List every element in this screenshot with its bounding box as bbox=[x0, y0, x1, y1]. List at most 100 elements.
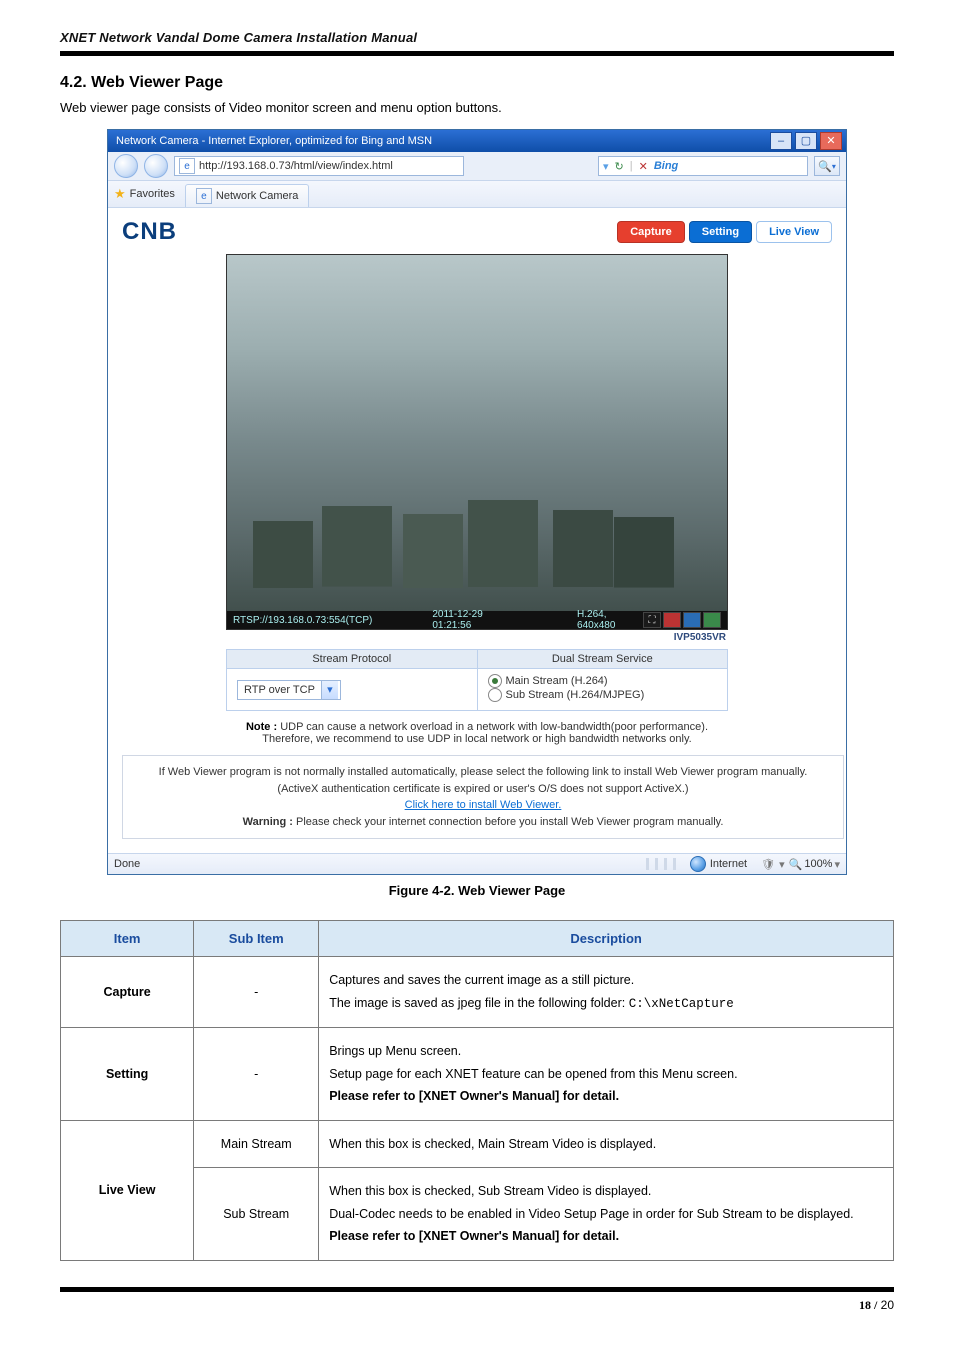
substream-line3: Please refer to [XNET Owner's Manual] fo… bbox=[329, 1229, 619, 1243]
window-titlebar: Network Camera - Internet Explorer, opti… bbox=[108, 130, 846, 152]
sub-mainstream: Main Stream bbox=[194, 1120, 319, 1168]
table-row: Setting - Brings up Menu screen. Setup p… bbox=[61, 1028, 894, 1121]
osd-codec: H.264, 640x480 bbox=[577, 609, 635, 631]
close-button[interactable]: ✕ bbox=[820, 132, 842, 150]
substream-line1: When this box is checked, Sub Stream Vid… bbox=[329, 1184, 651, 1198]
udp-note: Note : UDP can cause a network overload … bbox=[122, 721, 832, 745]
video-monitor: RTSP://193.168.0.73:554(TCP) 2011-12-29 … bbox=[226, 254, 728, 630]
osd-timestamp: 2011-12-29 01:21:56 bbox=[432, 609, 517, 631]
setting-button[interactable]: Setting bbox=[689, 221, 752, 243]
status-zone: Internet bbox=[710, 858, 747, 870]
install-warning-box: If Web Viewer program is not normally in… bbox=[122, 755, 844, 839]
bing-logo: Bing bbox=[654, 160, 678, 172]
stream-settings-table: Stream Protocol Dual Stream Service RTP … bbox=[226, 649, 728, 711]
th-sub: Sub Item bbox=[194, 921, 319, 957]
dual-stream-cell: Main Stream (H.264) Sub Stream (H.264/MJ… bbox=[477, 669, 728, 711]
protected-mode-icon: 🛡 bbox=[761, 858, 775, 871]
browser-tab[interactable]: e Network Camera bbox=[185, 184, 310, 207]
setting-line3: Please refer to [XNET Owner's Manual] fo… bbox=[329, 1089, 619, 1103]
warn-line1: If Web Viewer program is not normally in… bbox=[159, 766, 808, 778]
tab-ie-icon: e bbox=[196, 188, 212, 204]
capture-line2-pre: The image is saved as jpeg file in the f… bbox=[329, 996, 628, 1010]
item-liveview: Live View bbox=[61, 1120, 194, 1260]
note-line1: UDP can cause a network overload in a ne… bbox=[280, 721, 708, 733]
minimize-button[interactable]: – bbox=[770, 132, 792, 150]
th-desc: Description bbox=[319, 921, 894, 957]
setting-line2: Setup page for each XNET feature can be … bbox=[329, 1067, 737, 1081]
magnifier-icon: 🔍 bbox=[818, 160, 832, 173]
title-rule bbox=[60, 51, 894, 56]
chevron-down-icon: ▾ bbox=[321, 681, 338, 699]
th-item: Item bbox=[61, 921, 194, 957]
refresh-icon[interactable]: ↻ bbox=[615, 160, 624, 173]
item-capture: Capture bbox=[61, 957, 194, 1028]
status-bar: Done Internet 🛡 ▾ 🔍 100% ▾ bbox=[108, 853, 846, 874]
ie-icon: e bbox=[179, 158, 195, 174]
sub-stream-radio[interactable]: Sub Stream (H.264/MJPEG) bbox=[488, 688, 645, 702]
search-box[interactable]: ▾ ↻ | ✕ Bing bbox=[598, 156, 808, 176]
window-buttons: – ▢ ✕ bbox=[770, 132, 842, 150]
window-title: Network Camera - Internet Explorer, opti… bbox=[112, 135, 432, 147]
capture-path: C:\xNetCapture bbox=[629, 997, 734, 1011]
section-heading: 4.2. Web Viewer Page bbox=[60, 74, 894, 92]
favorites-text: Favorites bbox=[130, 188, 175, 200]
intro-text: Web viewer page consists of Video monito… bbox=[60, 100, 894, 115]
capture-line1: Captures and saves the current image as … bbox=[329, 973, 634, 987]
url-text: http://193.168.0.73/html/view/index.html bbox=[199, 160, 393, 172]
protocol-value: RTP over TCP bbox=[244, 684, 315, 696]
table-row: Capture - Captures and saves the current… bbox=[61, 957, 894, 1028]
zoom-icon: 🔍 bbox=[789, 858, 803, 871]
model-label: IVP5035VR bbox=[226, 630, 728, 649]
protocol-select[interactable]: RTP over TCP ▾ bbox=[237, 680, 341, 700]
osd-fullscreen-icon[interactable]: ⛶ bbox=[643, 612, 661, 628]
main-stream-label: Main Stream (H.264) bbox=[506, 675, 608, 687]
back-icon[interactable] bbox=[114, 154, 138, 178]
main-stream-radio[interactable]: Main Stream (H.264) bbox=[488, 674, 608, 688]
status-sep: ▾ bbox=[779, 858, 785, 871]
osd-snapshot-icon[interactable] bbox=[683, 612, 701, 628]
viewer-buttons: Capture Setting Live View bbox=[617, 221, 832, 243]
cnb-logo: CNB bbox=[122, 218, 177, 246]
warn-line2: (ActiveX authentication certificate is e… bbox=[277, 783, 688, 795]
maximize-button[interactable]: ▢ bbox=[795, 132, 817, 150]
browser-window: Network Camera - Internet Explorer, opti… bbox=[107, 129, 847, 875]
forward-icon[interactable] bbox=[144, 154, 168, 178]
status-zoom: 100% bbox=[804, 858, 832, 870]
desc-mainstream: When this box is checked, Main Stream Vi… bbox=[319, 1120, 894, 1168]
radio-checked-icon bbox=[488, 674, 502, 688]
zoom-caret-icon: ▾ bbox=[834, 858, 840, 871]
osd-rtsp: RTSP://193.168.0.73:554(TCP) bbox=[233, 615, 372, 626]
page-content: CNB Capture Setting Live View RTSP://193… bbox=[108, 208, 846, 853]
close-icon[interactable]: ✕ bbox=[639, 160, 648, 173]
viewer-header: CNB Capture Setting Live View bbox=[122, 218, 832, 246]
address-bar: e http://193.168.0.73/html/view/index.ht… bbox=[108, 152, 846, 181]
figure-caption: Figure 4-2. Web Viewer Page bbox=[60, 883, 894, 898]
dropdown-caret-icon: ▾ bbox=[603, 160, 609, 173]
video-osd: RTSP://193.168.0.73:554(TCP) 2011-12-29 … bbox=[227, 611, 727, 629]
description-table: Item Sub Item Description Capture - Capt… bbox=[60, 920, 894, 1261]
warn-line3: Please check your internet connection be… bbox=[296, 816, 723, 828]
page-number-bold: 18 / bbox=[859, 1298, 877, 1312]
item-setting: Setting bbox=[61, 1028, 194, 1121]
note-line2: Therefore, we recommend to use UDP in lo… bbox=[262, 733, 691, 745]
substream-line2: Dual-Codec needs to be enabled in Video … bbox=[329, 1207, 853, 1221]
osd-audio-icon[interactable] bbox=[703, 612, 721, 628]
favorites-label[interactable]: ★ Favorites bbox=[114, 186, 175, 207]
osd-record-icon[interactable] bbox=[663, 612, 681, 628]
dual-stream-header: Dual Stream Service bbox=[477, 650, 728, 669]
stream-protocol-header: Stream Protocol bbox=[227, 650, 478, 669]
manual-title: XNET Network Vandal Dome Camera Installa… bbox=[60, 30, 894, 45]
favorites-row: ★ Favorites e Network Camera bbox=[108, 181, 846, 208]
url-field[interactable]: e http://193.168.0.73/html/view/index.ht… bbox=[174, 156, 464, 176]
install-link[interactable]: Click here to install Web Viewer. bbox=[405, 799, 562, 811]
page-footer: 18 / 20 bbox=[60, 1287, 894, 1313]
protocol-cell: RTP over TCP ▾ bbox=[227, 669, 478, 711]
desc-substream: When this box is checked, Sub Stream Vid… bbox=[319, 1168, 894, 1261]
search-button[interactable]: 🔍▾ bbox=[814, 156, 840, 176]
globe-icon bbox=[690, 856, 706, 872]
sub-substream: Sub Stream bbox=[194, 1168, 319, 1261]
star-icon: ★ bbox=[114, 186, 126, 202]
desc-capture: Captures and saves the current image as … bbox=[319, 957, 894, 1028]
live-view-button[interactable]: Live View bbox=[756, 221, 832, 243]
capture-button[interactable]: Capture bbox=[617, 221, 685, 243]
